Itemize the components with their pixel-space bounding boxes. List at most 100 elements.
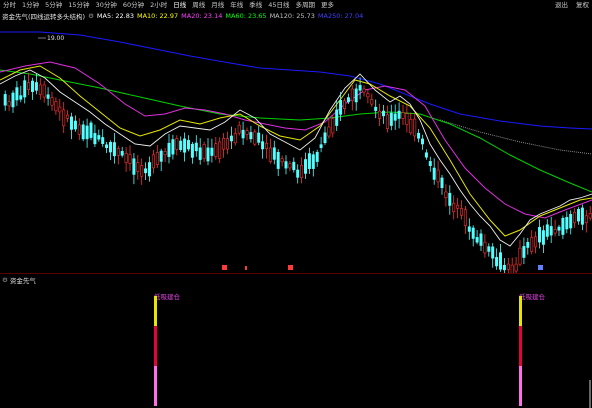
candle-body bbox=[93, 133, 97, 145]
candle-body bbox=[194, 142, 198, 152]
signal-label: 低吸建仓 bbox=[154, 292, 181, 301]
candle-body bbox=[498, 252, 502, 270]
candle-body bbox=[420, 138, 424, 145]
tab-period[interactable]: 年线 bbox=[230, 0, 243, 10]
indicator-name[interactable]: 资金先气(四线运转多头结构) bbox=[2, 11, 85, 21]
tab-period[interactable]: 月线 bbox=[211, 0, 224, 10]
candle-body bbox=[101, 137, 105, 144]
legend-ma10: MA10: 22.97 bbox=[136, 12, 179, 20]
tab-more[interactable]: 更多 bbox=[321, 0, 334, 10]
event-marker[interactable] bbox=[538, 265, 543, 270]
signal-2: 低吸建仓 bbox=[519, 292, 546, 406]
candle-body bbox=[428, 161, 432, 167]
tab-period-daily[interactable]: 日线 bbox=[173, 0, 186, 10]
tab-period[interactable]: 45日线 bbox=[268, 0, 289, 10]
candle-body bbox=[335, 109, 339, 126]
ma60-line bbox=[0, 69, 592, 193]
candle-body bbox=[187, 140, 191, 150]
candle-body bbox=[214, 143, 218, 157]
tab-period[interactable]: 60分钟 bbox=[123, 0, 144, 10]
candle-body bbox=[42, 84, 46, 98]
candle-body bbox=[487, 246, 491, 252]
pane-divider[interactable] bbox=[0, 273, 592, 274]
candle-body bbox=[54, 101, 58, 112]
candle-body bbox=[549, 226, 553, 236]
candle-body bbox=[124, 153, 128, 163]
candle-body bbox=[105, 144, 109, 149]
candle-body bbox=[159, 150, 163, 162]
candle-body bbox=[311, 154, 315, 169]
candle-body bbox=[155, 152, 159, 165]
candle-body bbox=[553, 229, 557, 234]
signal-bar-yellow bbox=[154, 296, 157, 326]
tab-period[interactable]: 多周期 bbox=[296, 0, 316, 10]
event-marker[interactable] bbox=[288, 265, 293, 270]
legend-ma120: MA120: 25.73 bbox=[269, 12, 315, 20]
tab-period[interactable]: 30分钟 bbox=[96, 0, 117, 10]
candle-body bbox=[11, 92, 15, 108]
event-marker[interactable] bbox=[245, 266, 247, 270]
candle-body bbox=[557, 226, 561, 231]
candle-body bbox=[463, 209, 467, 226]
candle-body bbox=[424, 152, 428, 158]
tab-period[interactable]: 季线 bbox=[249, 0, 262, 10]
price-annotation: 19.00 bbox=[38, 35, 64, 42]
candle-body bbox=[483, 241, 487, 254]
signal-bar-red bbox=[519, 326, 522, 366]
settings-icon[interactable]: ⚙ bbox=[88, 12, 94, 20]
high-price-label: 19.00 bbox=[47, 35, 64, 42]
candle-body bbox=[268, 147, 272, 162]
candle-body bbox=[584, 215, 588, 223]
candle-body bbox=[323, 132, 327, 144]
candle-body bbox=[241, 129, 245, 139]
candle-body bbox=[73, 120, 77, 130]
candle-body bbox=[366, 93, 370, 98]
ma5-line bbox=[0, 69, 592, 247]
candle-body bbox=[506, 263, 510, 270]
exit-button[interactable]: 退出 bbox=[555, 0, 568, 10]
indicator-pane[interactable]: 低吸建仓 低吸建仓 bbox=[0, 284, 592, 408]
candle-body bbox=[140, 165, 144, 177]
candle-body bbox=[46, 94, 50, 99]
candle-body bbox=[300, 164, 304, 178]
tab-period[interactable]: 2小时 bbox=[150, 0, 167, 10]
ma120-line bbox=[439, 119, 592, 155]
event-marker[interactable] bbox=[222, 265, 227, 270]
candle-body bbox=[109, 142, 113, 153]
signal-bar-red bbox=[154, 326, 157, 366]
period-toolbar: 分时 1分钟 5分钟 15分钟 30分钟 60分钟 2小时 日线 周线 月线 年… bbox=[0, 0, 592, 10]
tab-period[interactable]: 15分钟 bbox=[68, 0, 89, 10]
candle-body bbox=[144, 168, 148, 174]
legend-ma5: MA5: 22.83 bbox=[96, 12, 134, 20]
candle-body bbox=[132, 158, 136, 175]
adjust-button[interactable]: 复权 bbox=[576, 0, 589, 10]
candle-body bbox=[526, 241, 530, 248]
candle-body bbox=[280, 158, 284, 163]
candle-body bbox=[38, 84, 42, 95]
candle-body bbox=[339, 99, 343, 115]
candle-body bbox=[81, 124, 85, 140]
tab-period[interactable]: 1分钟 bbox=[22, 0, 39, 10]
tab-period[interactable]: 分时 bbox=[3, 0, 16, 10]
candle-body bbox=[459, 208, 463, 216]
bottom-markers bbox=[222, 265, 543, 270]
candle-body bbox=[350, 88, 354, 102]
signal-bar-pink bbox=[154, 366, 157, 406]
candle-body bbox=[565, 216, 569, 230]
tab-period[interactable]: 5分钟 bbox=[45, 0, 62, 10]
candle-body bbox=[167, 142, 171, 157]
tab-period[interactable]: 周线 bbox=[192, 0, 205, 10]
candle-body bbox=[222, 137, 226, 150]
candle-body bbox=[226, 138, 230, 150]
candle-body bbox=[502, 264, 506, 271]
candlestick-chart[interactable]: 19.00 bbox=[0, 21, 592, 273]
moving-average-lines bbox=[0, 31, 592, 247]
candle-body bbox=[495, 257, 499, 267]
candle-body bbox=[541, 230, 545, 245]
candle-body bbox=[378, 110, 382, 119]
settings-icon[interactable]: ⚙ bbox=[2, 276, 8, 284]
candle-body bbox=[7, 101, 11, 107]
candle-body bbox=[452, 202, 456, 213]
candle-body bbox=[327, 126, 331, 137]
candlesticks bbox=[3, 72, 592, 273]
